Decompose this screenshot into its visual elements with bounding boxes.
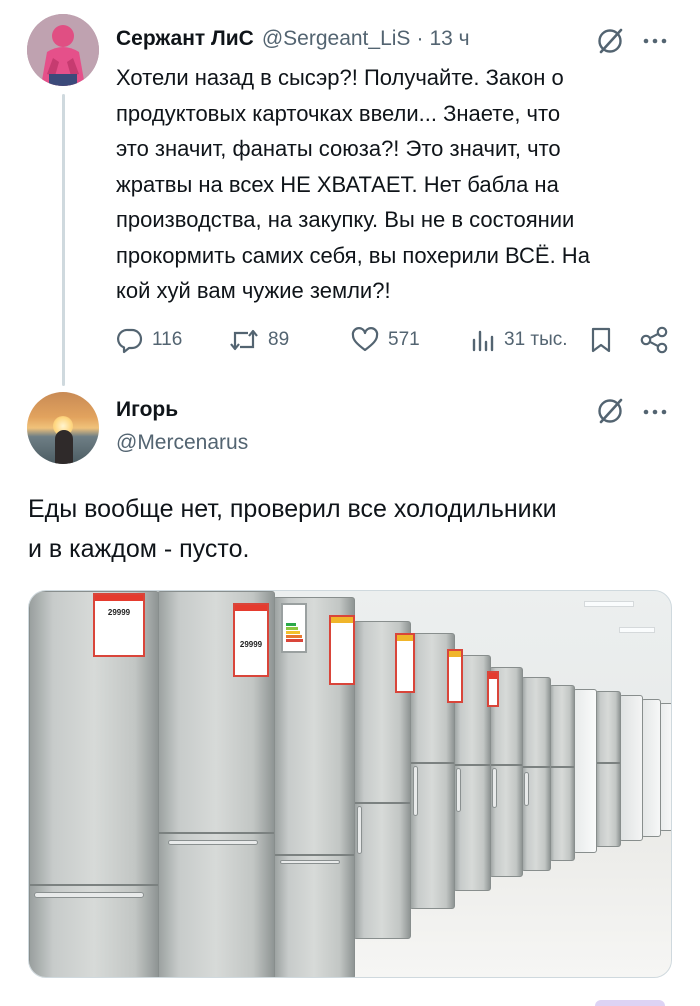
price-tag: 29999 xyxy=(233,603,269,677)
price-tag-value: 29999 xyxy=(239,640,263,649)
bookmark-button[interactable] xyxy=(588,322,614,358)
fridge xyxy=(619,695,643,841)
fridge xyxy=(641,699,661,837)
tweet-photo-fridges[interactable]: 29999 29999 xyxy=(28,590,672,978)
energy-label xyxy=(281,603,307,653)
like-icon xyxy=(350,326,380,354)
views-button[interactable]: 31 тыс. xyxy=(470,322,568,358)
floating-action-edge[interactable] xyxy=(595,1000,665,1006)
price-tag xyxy=(487,671,499,707)
author-handle[interactable]: @Mercenarus xyxy=(116,431,248,455)
repost-count: 89 xyxy=(268,329,290,350)
author-handle[interactable]: @Sergeant_LiS xyxy=(262,27,411,51)
price-tag xyxy=(395,633,415,693)
bookmark-icon xyxy=(588,325,614,355)
reply-count: 116 xyxy=(152,329,183,350)
price-tag xyxy=(329,615,355,685)
avatar[interactable] xyxy=(27,14,99,86)
tweet-text: Еды вообще нет, проверил все холодильник… xyxy=(28,495,557,563)
thread-line xyxy=(62,94,65,386)
author-name[interactable]: Игорь xyxy=(116,398,178,422)
tweet-actions: 116 89 571 31 тыс. xyxy=(116,322,676,358)
fridge xyxy=(521,677,551,871)
tweet-sergeant-lis[interactable]: Сержант ЛиС @Sergeant_LiS · 13 ч Хотели … xyxy=(0,0,700,390)
fridge xyxy=(573,689,597,853)
grok-icon[interactable] xyxy=(594,394,628,428)
share-button[interactable] xyxy=(638,322,670,358)
separator-dot: · xyxy=(416,27,424,50)
tweet-text: Хотели назад в сысэр?! Получайте. Закон … xyxy=(116,65,590,303)
author-name[interactable]: Сержант ЛиС xyxy=(116,27,254,51)
more-icon[interactable] xyxy=(640,26,670,56)
views-icon xyxy=(470,326,496,354)
price-tag-value: 29999 xyxy=(107,608,131,617)
tweet-header: Сержант ЛиС @Sergeant_LiS · 13 ч xyxy=(116,24,470,54)
fridge xyxy=(549,685,575,861)
timestamp[interactable]: 13 ч xyxy=(429,27,469,51)
like-count: 571 xyxy=(388,329,420,350)
timeline: Сержант ЛиС @Sergeant_LiS · 13 ч Хотели … xyxy=(0,0,700,1006)
repost-icon xyxy=(228,326,260,354)
views-count: 31 тыс. xyxy=(504,329,568,350)
share-icon xyxy=(638,325,670,355)
like-button[interactable]: 571 xyxy=(350,322,420,358)
grok-icon[interactable] xyxy=(594,24,628,58)
ceiling-light xyxy=(619,627,655,633)
price-tag xyxy=(447,649,463,703)
ceiling-light xyxy=(584,601,634,607)
price-tag: 29999 xyxy=(93,593,145,657)
fridge xyxy=(595,691,621,847)
reply-button[interactable]: 116 xyxy=(116,322,182,358)
reply-icon xyxy=(116,326,144,354)
avatar-silhouette xyxy=(55,430,73,464)
avatar[interactable] xyxy=(27,392,99,464)
more-icon[interactable] xyxy=(640,397,670,427)
repost-button[interactable]: 89 xyxy=(228,322,289,358)
